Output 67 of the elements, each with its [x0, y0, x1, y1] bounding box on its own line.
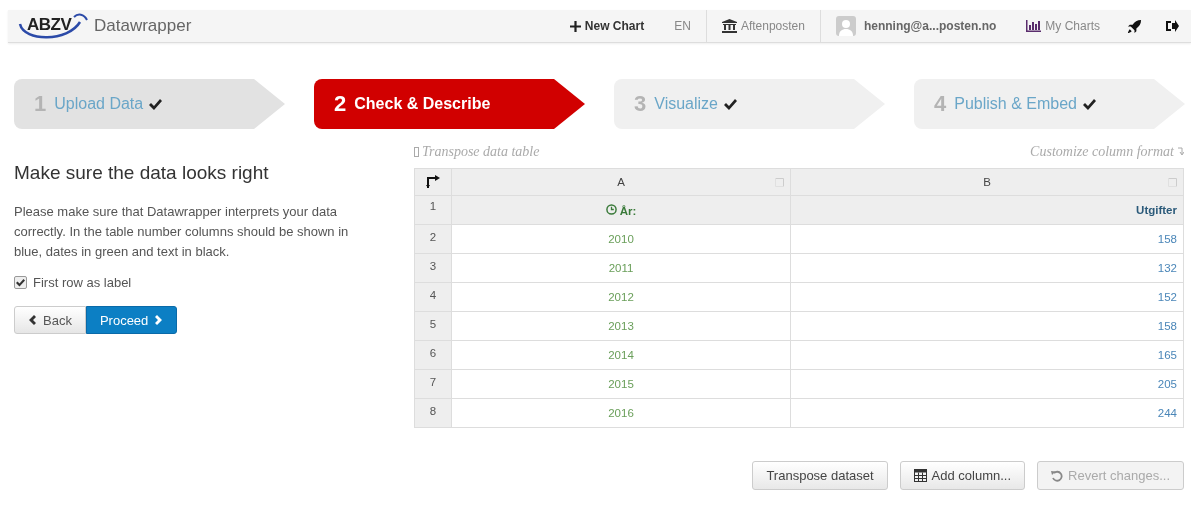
table-cell: 2016 [608, 407, 634, 419]
row-number: 7 [429, 376, 437, 388]
table-cell: 158 [1157, 320, 1177, 332]
bar-chart-icon [1026, 20, 1042, 32]
table-cell: 2010 [608, 233, 634, 245]
my-charts-link[interactable]: My Charts [1011, 10, 1115, 42]
proceed-button[interactable]: Proceed [85, 306, 178, 334]
step-label: Check & Describe [354, 95, 491, 113]
column-letter: A [617, 176, 625, 188]
undo-icon [1051, 469, 1064, 482]
row-number: 4 [429, 289, 437, 301]
table-cell: 152 [1157, 291, 1177, 303]
back-button[interactable]: Back [14, 306, 86, 334]
table-cell: 132 [1157, 262, 1177, 274]
table-cell: 2015 [608, 378, 634, 390]
new-chart-link[interactable]: New Chart [554, 10, 660, 42]
transpose-button[interactable]: Transpose dataset [752, 461, 888, 490]
column-letter: B [983, 176, 991, 188]
plus-icon [569, 20, 581, 32]
avatar-icon [835, 16, 856, 36]
step-label: Upload Data [54, 95, 144, 113]
step-number: 4 [934, 91, 947, 117]
table-cell: 158 [1157, 233, 1177, 245]
column-label: Utgifter [1136, 204, 1177, 216]
row-number: 2 [429, 231, 437, 243]
bank-icon [721, 19, 737, 33]
rocket-icon[interactable] [1127, 18, 1142, 34]
first-row-checkbox[interactable] [14, 276, 27, 289]
transpose-hint: Transpose data table [422, 143, 540, 160]
logo[interactable]: ABZV [18, 12, 88, 40]
hook-arrow-icon [1177, 146, 1184, 157]
table-cell: 244 [1157, 407, 1177, 419]
step-number: 2 [334, 91, 347, 117]
app-name: Datawrapper [94, 16, 192, 36]
user-link[interactable]: henning@a...posten.no [820, 10, 1012, 42]
row-number: 6 [429, 347, 437, 359]
instructions-text: Please make sure that Datawrapper interprets your data correctly. In the table number columns should be shown in blue, dates in green and text in black. [14, 203, 350, 261]
language-link[interactable]: EN [659, 10, 707, 42]
column-label: År: [605, 204, 637, 217]
wizard-step[interactable]: 3 Visualize [614, 79, 885, 129]
table-cell: 2012 [608, 291, 634, 303]
transpose-icon[interactable] [426, 174, 440, 188]
step-label: Visualize [654, 95, 718, 113]
bracket-icon [414, 146, 419, 157]
checkbox-label: First row as label [33, 275, 132, 290]
row-number: 5 [429, 318, 437, 330]
column-format-hint: Customize column format [1030, 143, 1174, 160]
row-number: 3 [429, 260, 437, 272]
row-number: 8 [429, 405, 437, 417]
logout-icon[interactable] [1166, 20, 1179, 32]
organization-link[interactable]: Aftenposten [706, 10, 821, 42]
chevron-right-icon [155, 315, 164, 325]
step-number: 3 [634, 91, 647, 117]
table-cell: 205 [1157, 378, 1177, 390]
wizard-step[interactable]: 2 Check & Describe [314, 79, 585, 129]
add-button[interactable]: Add column... [899, 461, 1026, 490]
step-label: Publish & Embed [954, 95, 1077, 113]
chevron-left-icon [28, 315, 36, 325]
table-cell: 2011 [608, 262, 634, 274]
row-number: 1 [429, 200, 437, 212]
table-cell: 2014 [608, 349, 634, 361]
calculator-icon [913, 469, 927, 482]
clock-icon [605, 203, 617, 215]
wizard-step[interactable]: 4 Publish & Embed [914, 79, 1185, 129]
section-heading: Make sure the data looks right [14, 162, 270, 184]
table-cell: 165 [1157, 349, 1177, 361]
table-cell: 2013 [608, 320, 634, 332]
